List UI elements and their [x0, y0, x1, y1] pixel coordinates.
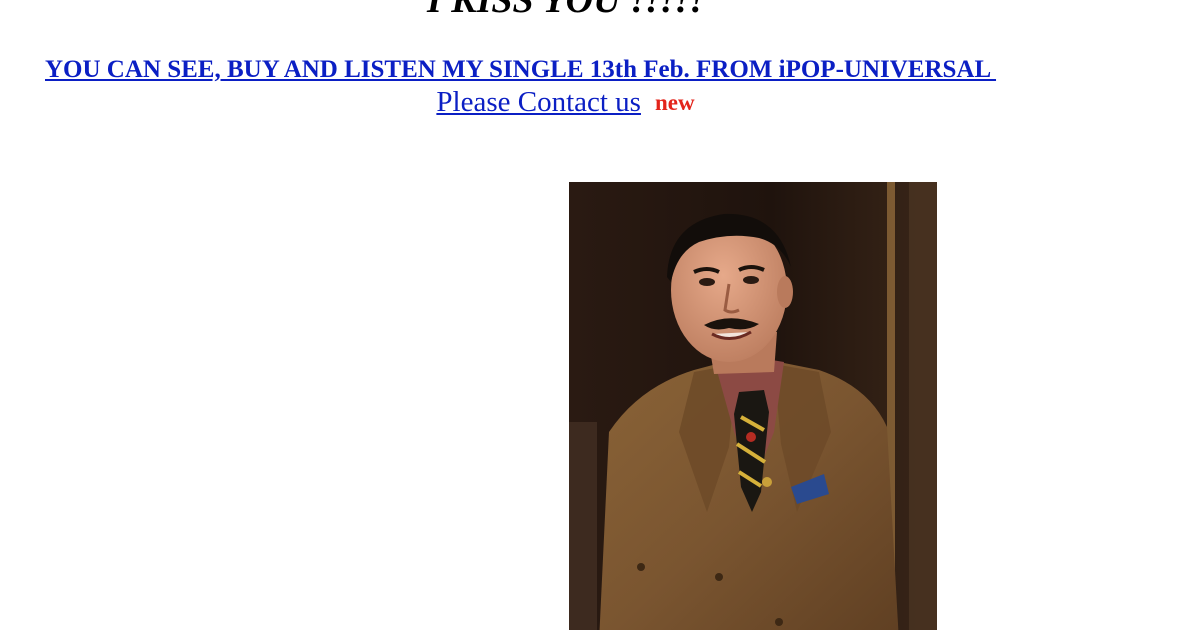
portrait-photo [569, 182, 937, 630]
page-headline: I KISS YOU !!!!! [426, 0, 705, 21]
page: I KISS YOU !!!!! YOU CAN SEE, BUY AND LI… [0, 0, 1200, 630]
contact-us-link[interactable]: Please Contact us [436, 86, 641, 118]
single-announcement-link[interactable]: YOU CAN SEE, BUY AND LISTEN MY SINGLE 13… [45, 56, 996, 84]
new-badge: new [654, 90, 695, 115]
contact-line: Please Contact us new [0, 86, 1131, 119]
